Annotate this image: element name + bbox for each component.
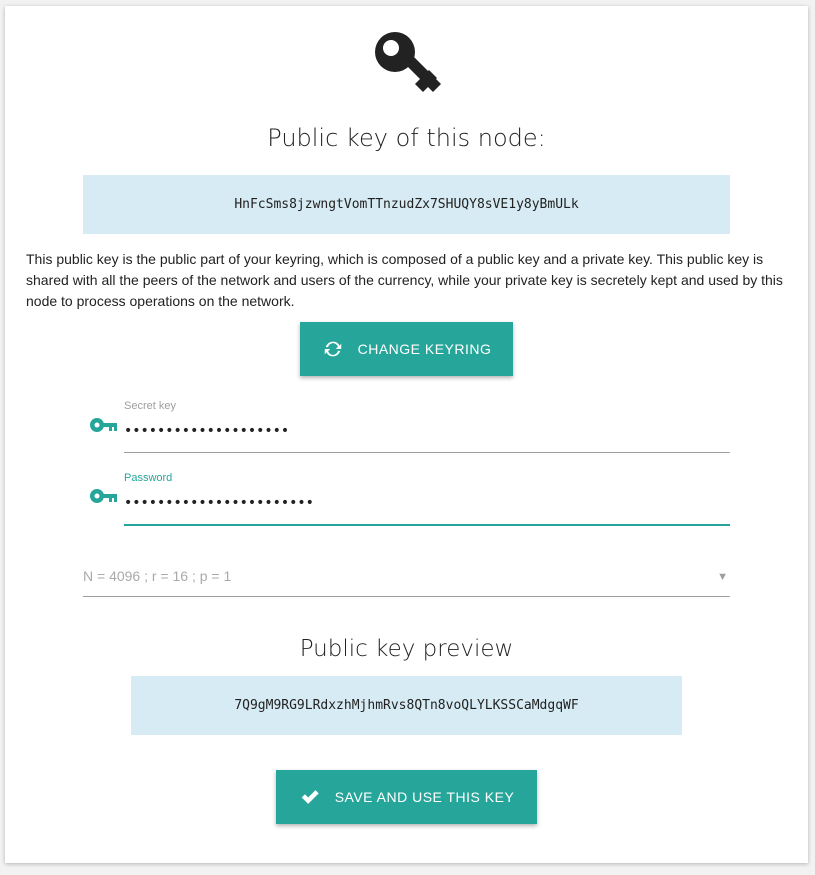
keyring-card: Public key of this node: HnFcSms8jzwngtV… <box>5 6 808 863</box>
change-keyring-button[interactable]: CHANGE KEYRING <box>300 322 513 376</box>
page-title: Public key of this node: <box>267 124 546 152</box>
scrypt-params-select[interactable]: N = 4096 ; r = 16 ; p = 1 ▼ <box>83 562 730 597</box>
password-input[interactable] <box>124 492 730 526</box>
key-icon <box>90 418 117 432</box>
password-label: Password <box>124 472 173 484</box>
node-public-key: HnFcSms8jzwngtVomTTnzudZx7SHUQY8sVE1y8yB… <box>83 175 730 234</box>
preview-public-key: 7Q9gM9RG9LRdxzhMjhmRvs8QTn8voQLYLKSSCaMd… <box>131 676 682 735</box>
key-icon <box>375 32 441 92</box>
caret-down-icon: ▼ <box>717 571 728 583</box>
save-key-label: SAVE AND USE THIS KEY <box>334 789 515 805</box>
save-key-button[interactable]: SAVE AND USE THIS KEY <box>276 770 537 824</box>
scrypt-params-value: N = 4096 ; r = 16 ; p = 1 <box>83 568 232 584</box>
check-icon <box>301 790 319 804</box>
keyring-description: This public key is the public part of yo… <box>26 251 783 309</box>
change-keyring-label: CHANGE KEYRING <box>357 341 492 357</box>
preview-title: Public key preview <box>299 636 514 662</box>
key-icon <box>90 489 117 503</box>
refresh-icon <box>324 341 341 357</box>
secret-key-label: Secret key <box>124 400 176 412</box>
secret-key-input[interactable] <box>124 420 730 453</box>
